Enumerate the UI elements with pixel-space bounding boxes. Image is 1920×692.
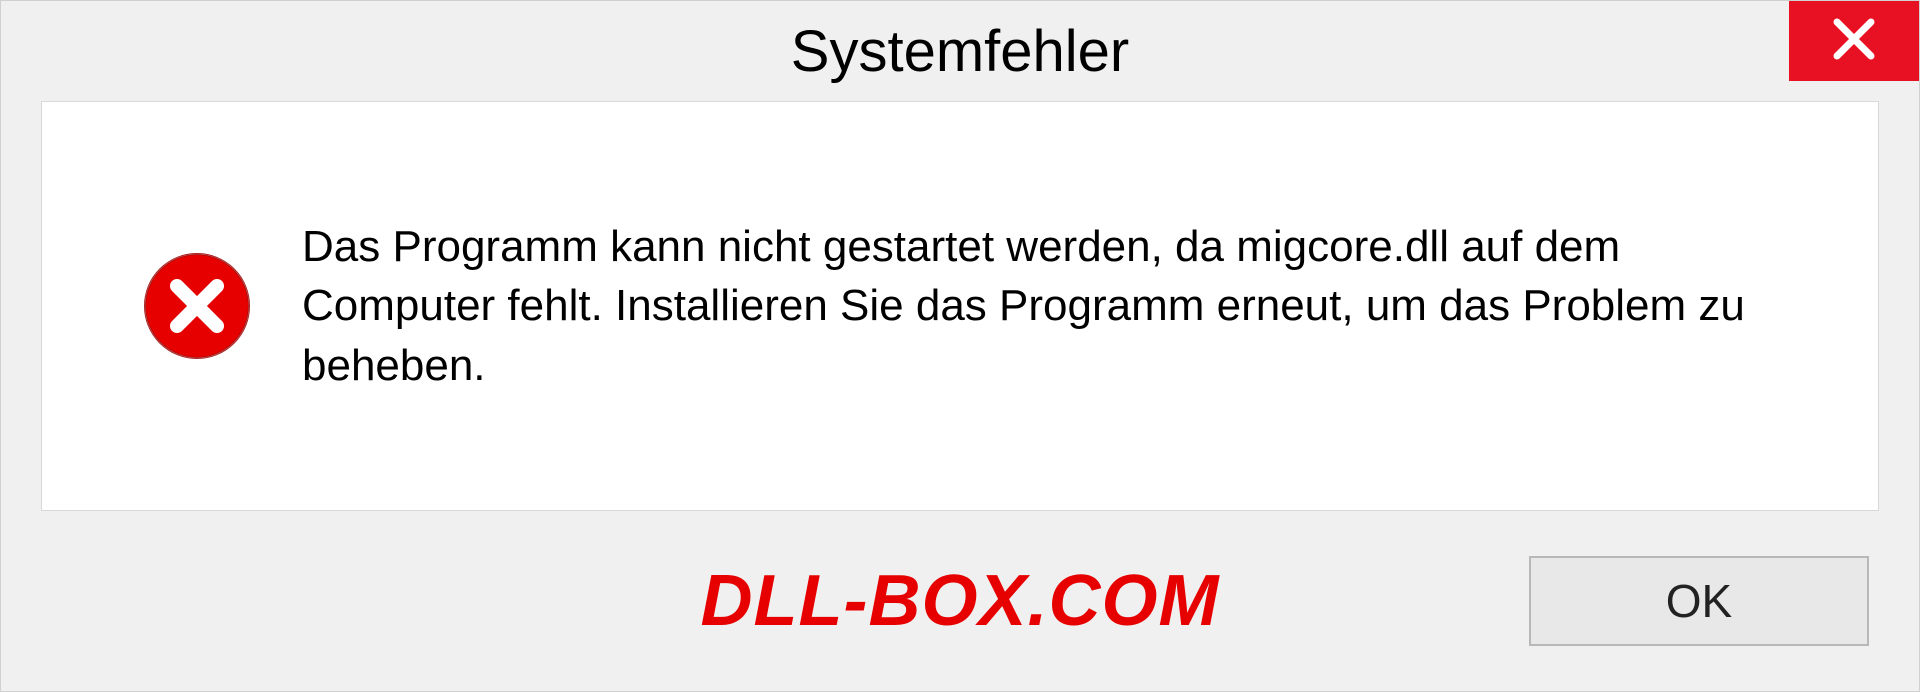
error-dialog: Systemfehler Das Programm kann nicht ges… [0, 0, 1920, 692]
error-message: Das Programm kann nicht gestartet werden… [302, 217, 1808, 395]
titlebar: Systemfehler [1, 1, 1919, 101]
error-icon [142, 251, 252, 361]
content-panel: Das Programm kann nicht gestartet werden… [41, 101, 1879, 511]
dialog-footer: DLL-BOX.COM OK [1, 541, 1919, 691]
ok-button[interactable]: OK [1529, 556, 1869, 646]
close-button[interactable] [1789, 1, 1919, 81]
close-icon [1831, 16, 1877, 67]
dialog-title: Systemfehler [791, 18, 1129, 85]
watermark-text: DLL-BOX.COM [701, 560, 1220, 642]
